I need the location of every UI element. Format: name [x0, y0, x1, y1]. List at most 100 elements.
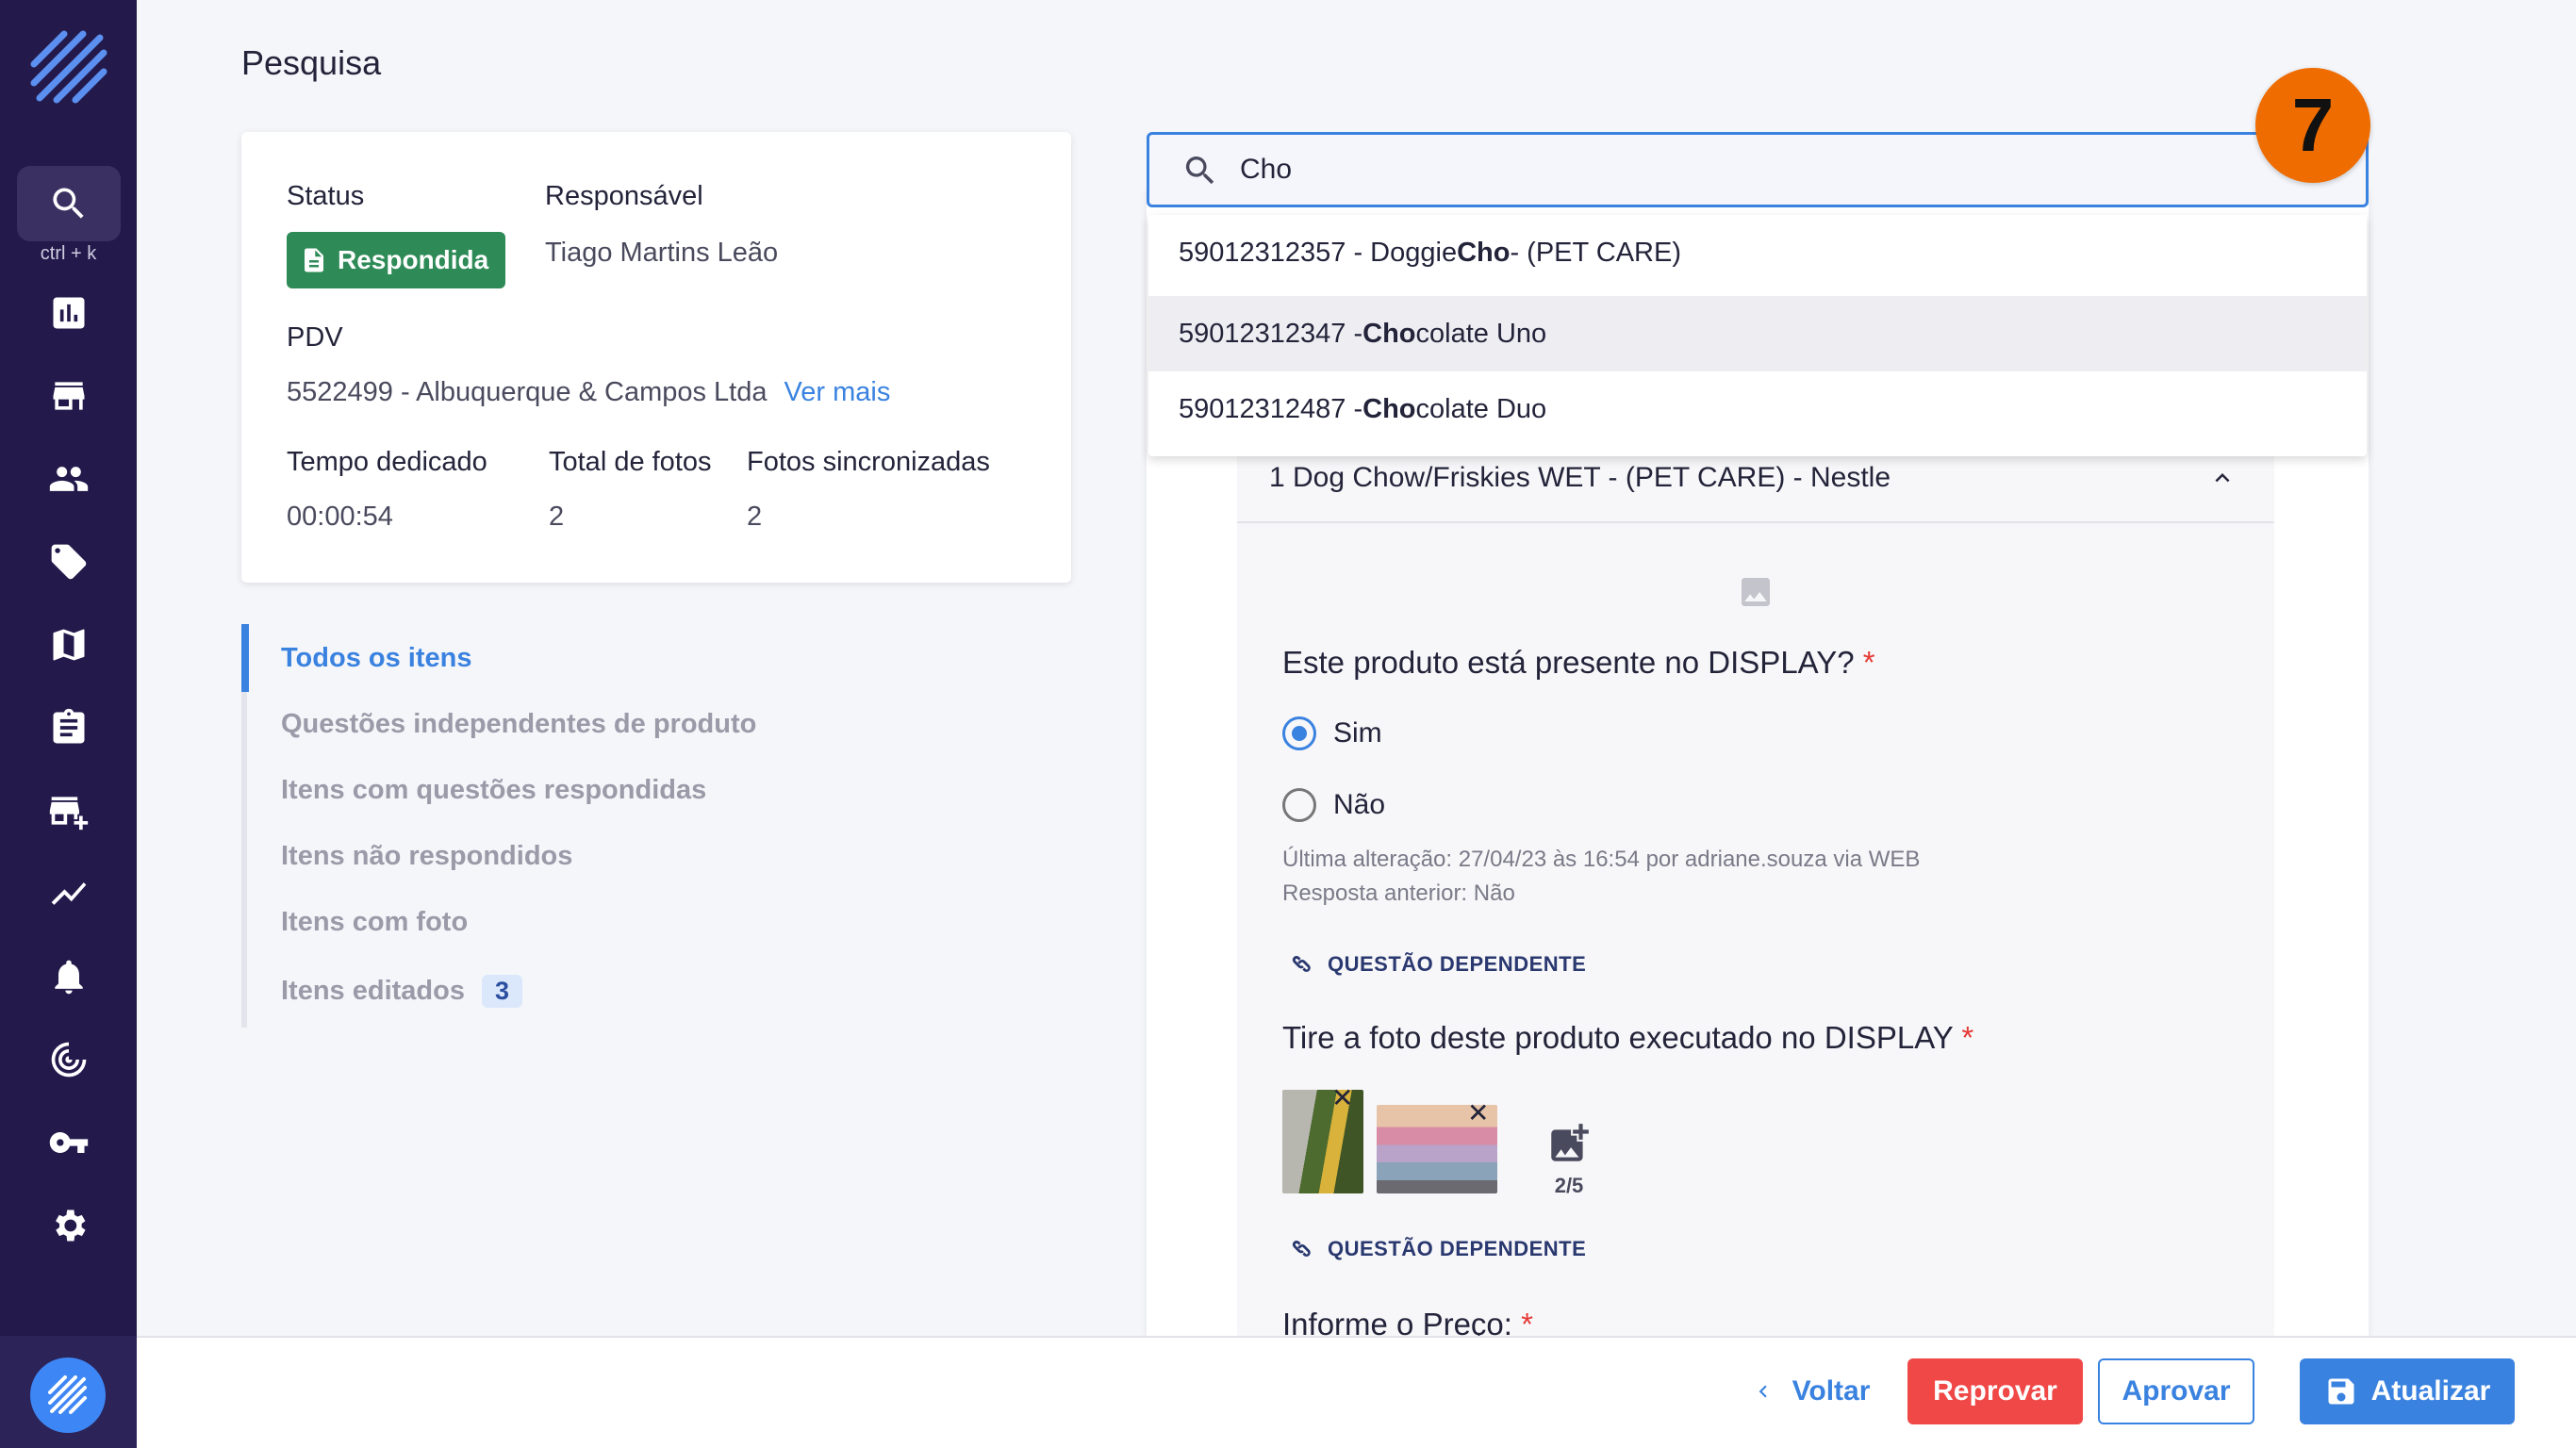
search-result-item[interactable]: 59012312487 - Cho colate Duo [1148, 371, 2367, 447]
filter-all-items[interactable]: Todos os itens [281, 643, 471, 674]
chevron-up-icon[interactable] [2208, 464, 2237, 492]
pdv-line: 5522499 - Albuquerque & Campos Ltda Ver … [287, 377, 890, 408]
status-label: Status [287, 181, 365, 211]
step-number-badge: 7 [2255, 68, 2370, 183]
chevron-left-icon [1759, 1385, 1767, 1398]
trending-icon [51, 882, 87, 905]
search-input[interactable] [1240, 148, 2183, 191]
result-rest: - (PET CARE) [1510, 237, 1682, 268]
add-photo-button[interactable]: 2/5 [1536, 1120, 1602, 1197]
approve-button[interactable]: Aprovar [2098, 1358, 2254, 1424]
radio-sim[interactable] [1282, 716, 1316, 750]
page-title: Pesquisa [241, 43, 382, 82]
dependent-question-link-1[interactable]: QUESTÃO DEPENDENTE [1282, 948, 1586, 980]
filter-active-indicator [241, 624, 249, 692]
remove-photo-2-button[interactable]: ✕ [1467, 1097, 1489, 1128]
document-icon [305, 248, 323, 272]
option-sim[interactable]: Sim [1282, 716, 1382, 750]
question-photo: Tire a foto deste produto executado no D… [1282, 1020, 1973, 1056]
gear-icon [56, 1209, 86, 1242]
add-photo-icon [1551, 1124, 1589, 1161]
result-match: Cho [1362, 393, 1416, 424]
product-search-box[interactable] [1147, 132, 2369, 207]
sidebar-item-map[interactable] [17, 607, 121, 683]
item-filter-list: Todos os itens Questões independentes de… [241, 624, 807, 1028]
sidebar-item-access[interactable] [17, 1105, 121, 1180]
clipboard-icon [53, 708, 85, 744]
search-result-item[interactable]: 59012312357 - Doggie Cho - (PET CARE) [1148, 215, 2367, 290]
product-title: 1 Dog Chow/Friskies WET - (PET CARE) - N… [1269, 461, 1891, 493]
sidebar-item-stores[interactable] [17, 358, 121, 434]
update-button[interactable]: Atualizar [2300, 1358, 2515, 1424]
radio-nao[interactable] [1282, 788, 1316, 822]
sidebar-item-notifications[interactable] [17, 939, 121, 1014]
filter-answered[interactable]: Itens com questões respondidas [281, 775, 706, 806]
filter-edited[interactable]: Itens editados 3 [281, 975, 523, 1008]
photo-count: 2/5 [1554, 1174, 1584, 1197]
status-badge: Respondida [287, 232, 506, 288]
sidebar: ctrl + k [0, 0, 137, 1448]
chart-icon [53, 297, 85, 329]
dependent-question-label-2: QUESTÃO DEPENDENTE [1328, 1237, 1587, 1260]
sidebar-item-radar[interactable] [17, 1022, 121, 1097]
image-placeholder-icon [1742, 578, 1770, 606]
search-shortcut: ctrl + k [40, 243, 97, 264]
question-display-presence: Este produto está presente no DISPLAY? * [1282, 645, 1875, 681]
filter-edited-label: Itens editados [281, 976, 465, 1006]
result-rest: colate Uno [1415, 318, 1547, 349]
filter-independent-questions[interactable]: Questões independentes de produto [281, 709, 756, 740]
tag-icon [51, 544, 87, 580]
sidebar-item-settings[interactable] [17, 1188, 121, 1263]
remove-photo-1-button[interactable]: ✕ [1331, 1082, 1353, 1113]
responsavel-value: Tiago Martins Leão [545, 238, 779, 268]
previous-answer-info: Resposta anterior: Não [1282, 880, 1515, 906]
survey-info-card: Status Respondida Responsável Tiago Mart… [241, 132, 1071, 583]
sidebar-item-tags[interactable] [17, 524, 121, 600]
sidebar-item-surveys[interactable] [17, 690, 121, 765]
result-rest: colate Duo [1415, 393, 1547, 424]
filter-with-photo[interactable]: Itens com foto [281, 907, 468, 938]
link-icon [1292, 1240, 1311, 1257]
sidebar-item-search[interactable] [17, 166, 121, 241]
store-icon [53, 382, 85, 410]
search-icon [1185, 156, 1214, 185]
people-icon [49, 467, 89, 491]
dependent-question-link-2[interactable]: QUESTÃO DEPENDENTE [1282, 1233, 1586, 1265]
last-change-info: Última alteração: 27/04/23 às 16:54 por … [1282, 847, 1921, 872]
option-nao[interactable]: Não [1282, 788, 1385, 822]
back-button[interactable]: Voltar [1744, 1358, 1876, 1424]
edited-count-badge: 3 [482, 975, 523, 1008]
sync-label: Fotos sincronizadas [747, 447, 990, 477]
key-icon [49, 1132, 89, 1153]
option-nao-label: Não [1333, 789, 1386, 820]
dependent-question-label-1: QUESTÃO DEPENDENTE [1328, 952, 1587, 976]
reject-button[interactable]: Reprovar [1907, 1358, 2083, 1424]
sidebar-item-add-business[interactable] [17, 773, 121, 848]
map-icon [53, 629, 85, 661]
result-match: Cho [1457, 237, 1511, 268]
filter-unanswered[interactable]: Itens não respondidos [281, 841, 572, 872]
update-label: Atualizar [2370, 1375, 2491, 1407]
app-switcher-button[interactable] [30, 1358, 106, 1433]
pdv-value: 5522499 - Albuquerque & Campos Ltda [287, 377, 768, 407]
search-result-item[interactable]: 59012312347 - Cho colate Uno [1148, 296, 2367, 371]
tempo-label: Tempo dedicado [287, 447, 487, 477]
ver-mais-link[interactable]: Ver mais [784, 377, 891, 407]
back-label: Voltar [1792, 1375, 1871, 1407]
pdv-label: PDV [287, 322, 343, 353]
result-code: 59012312347 - [1179, 318, 1363, 349]
sidebar-item-dashboard[interactable] [17, 275, 121, 351]
sidebar-item-analytics[interactable] [17, 856, 121, 931]
status-value: Respondida [338, 245, 489, 274]
required-mark: * [1961, 1020, 1974, 1055]
result-code: 59012312487 - [1179, 393, 1363, 424]
bell-icon [55, 960, 83, 995]
sidebar-item-users[interactable] [17, 441, 121, 517]
required-mark: * [1862, 645, 1875, 680]
brand-logo-icon[interactable] [26, 26, 111, 111]
add-business-icon [49, 797, 89, 831]
tempo-value: 00:00:54 [287, 502, 393, 532]
save-icon [2328, 1378, 2354, 1405]
question-text: Este produto está presente no DISPLAY? [1282, 645, 1855, 680]
search-icon [53, 188, 84, 219]
